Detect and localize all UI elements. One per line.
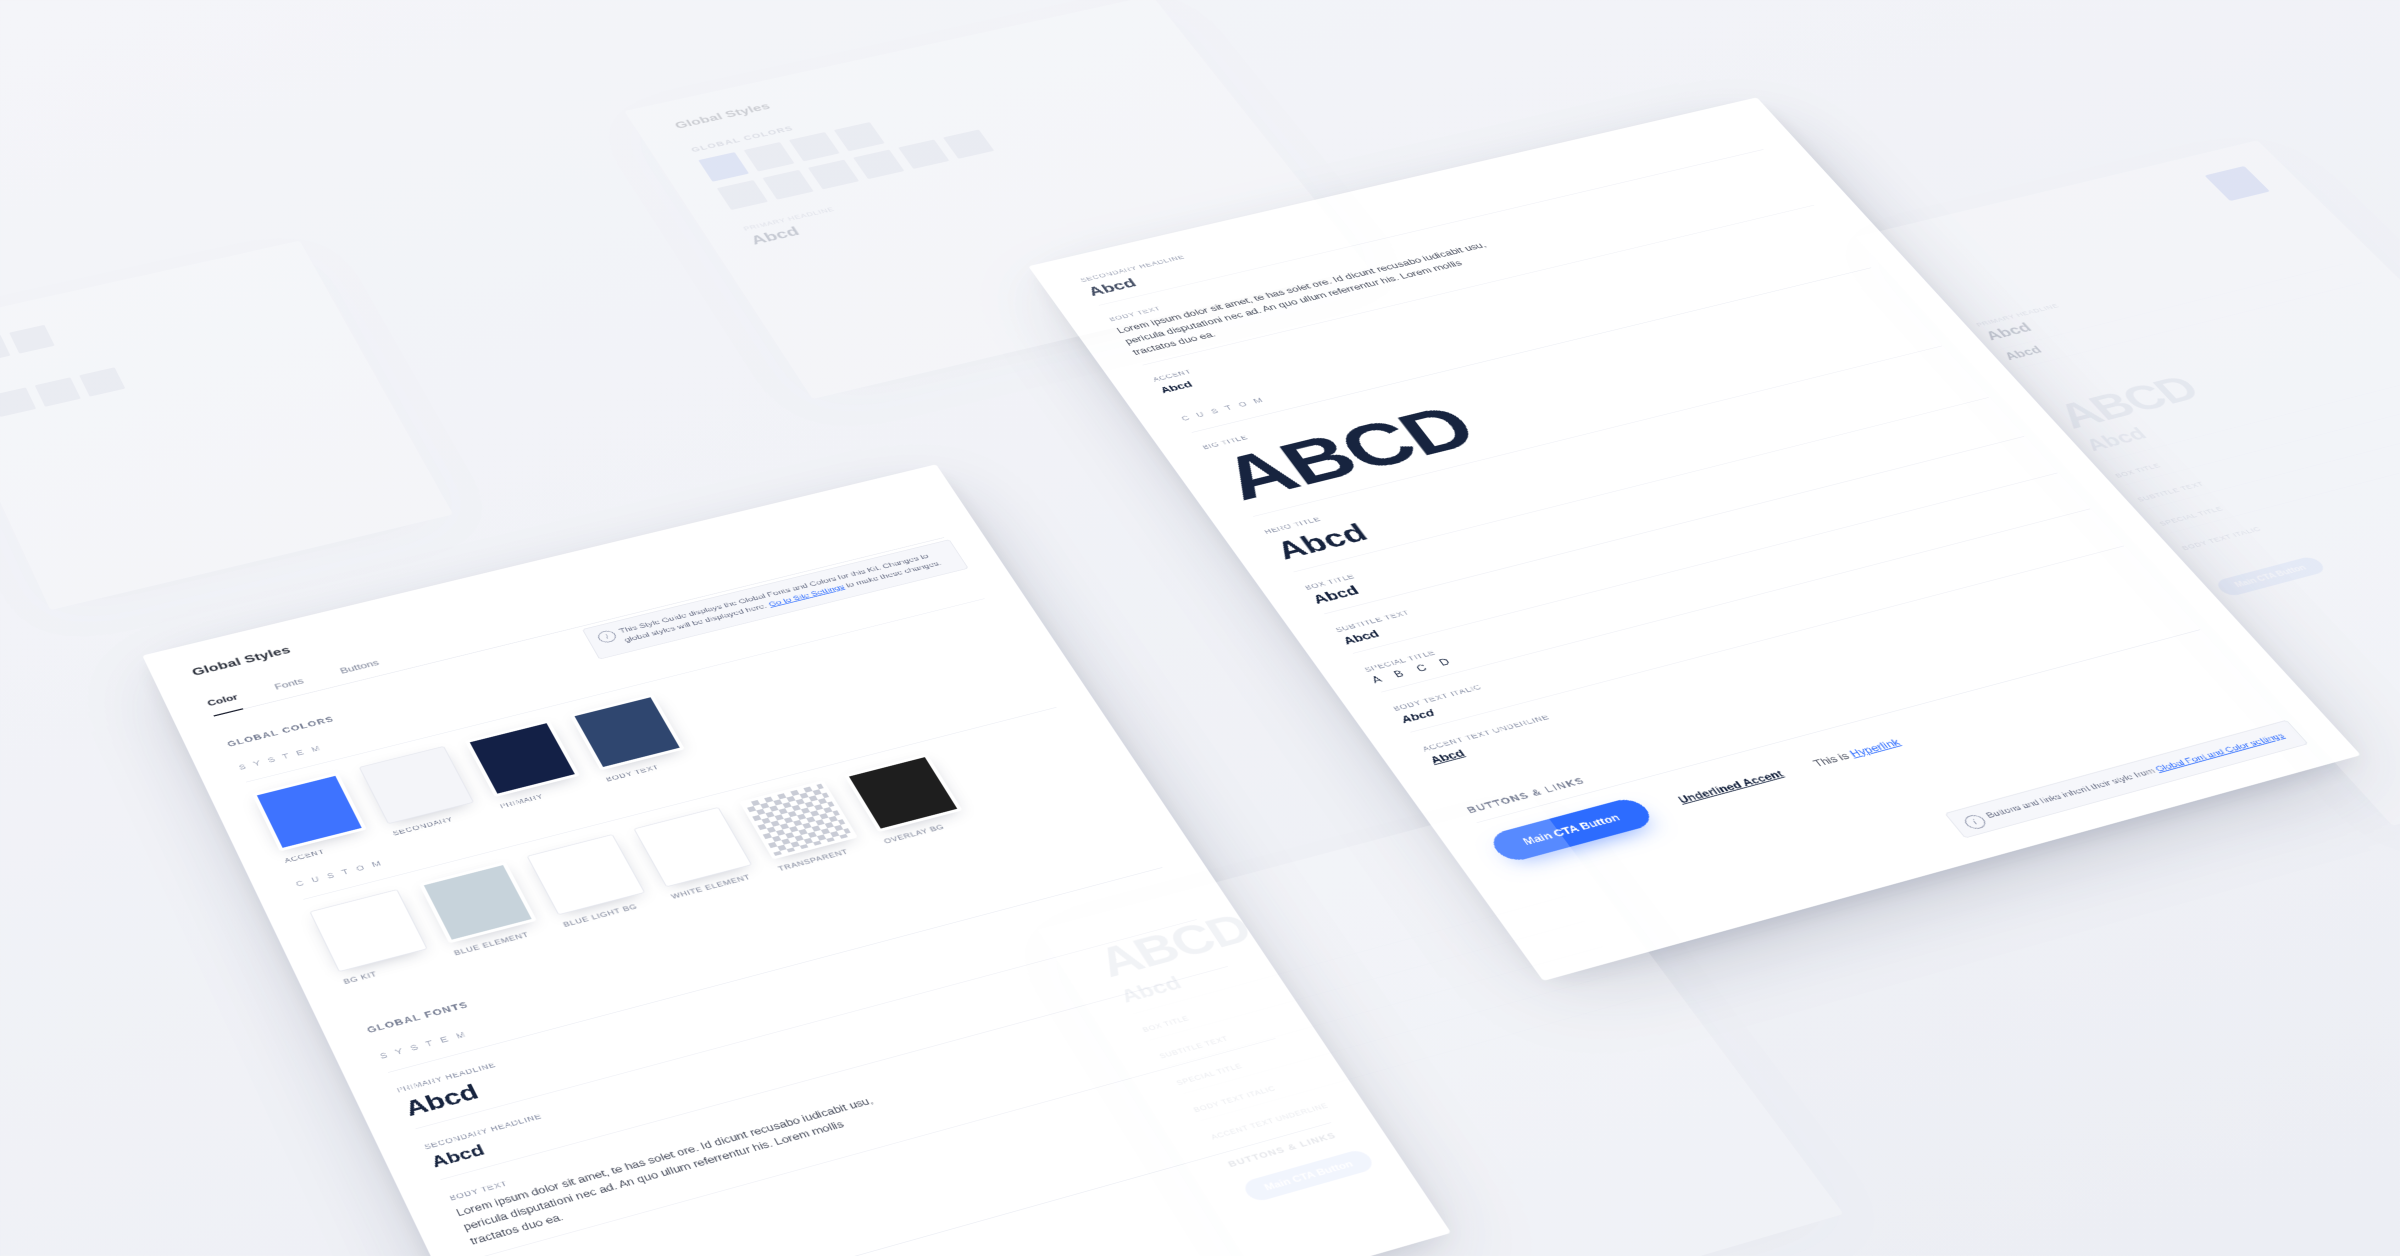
main-cta-button[interactable]: Main CTA Button [2213, 555, 2328, 597]
swatch-overlay-bg[interactable]: OVERLAY BG [844, 754, 971, 845]
info-tip-buttons: i Buttons and links inherit their style … [1944, 719, 2309, 838]
swatch-chip [309, 889, 427, 972]
swatch-primary[interactable]: PRIMARY [465, 720, 587, 810]
tab-buttons[interactable]: Buttons [335, 652, 385, 683]
underlined-accent-link[interactable]: Underlined Accent [1676, 768, 1786, 805]
swatch-chip [633, 807, 752, 887]
tab-color[interactable]: Color [203, 686, 244, 716]
swatch-bg-kit[interactable]: BG KIT [309, 889, 434, 985]
l: ACCENT TEXT UNDERLINE [1209, 1011, 1655, 1141]
info-icon: i [1961, 813, 1989, 830]
swatch-body-text[interactable]: BODY TEXT [569, 694, 692, 783]
swatch-white-element[interactable]: WHITE ELEMENT [633, 807, 759, 900]
swatch-chip [419, 861, 537, 943]
hypertext-prefix: This is [1811, 750, 1855, 769]
sample: Abcd [1983, 246, 2339, 343]
section-global-colors: GLOBAL COLORS [690, 45, 1156, 154]
swatch-chip [252, 772, 367, 851]
bg-card-far-left [0, 241, 453, 610]
tip-right-text: Buttons and links inherit their style fr… [1984, 766, 2159, 820]
swatch-blue-light-bg[interactable]: BLUE LIGHT BG [527, 834, 653, 928]
swatch-chip [844, 754, 963, 832]
hyperlink-sample: This is Hyperlink [1811, 737, 1903, 769]
section-buttons-links: BUTTONS & LINKS [1227, 1037, 1676, 1170]
swatch-chip [465, 720, 580, 797]
swatch-chip [569, 694, 684, 771]
swatch-chip [527, 834, 646, 915]
swatch-chip [359, 746, 474, 824]
swatch-chip [739, 780, 858, 859]
tab-fonts[interactable]: Fonts [270, 670, 310, 699]
label-subtitle-text: SUBTITLE TEXT [1334, 448, 2041, 633]
swatch-blue-element[interactable]: BLUE ELEMENT [419, 861, 544, 956]
swatch-accent[interactable]: ACCENT [252, 772, 374, 864]
swatch-secondary[interactable]: SECONDARY [359, 746, 481, 837]
l: BODY TEXT ITALIC [1192, 985, 1636, 1114]
hyperlink[interactable]: Hyperlink [1847, 737, 1903, 759]
swatch-transparent[interactable]: TRANSPARENT [739, 780, 866, 872]
info-icon: i [596, 629, 619, 644]
tip-right-link[interactable]: Global Font and Color settings [2153, 731, 2286, 773]
l: PRIMARY HEADLINE [1974, 238, 2322, 328]
